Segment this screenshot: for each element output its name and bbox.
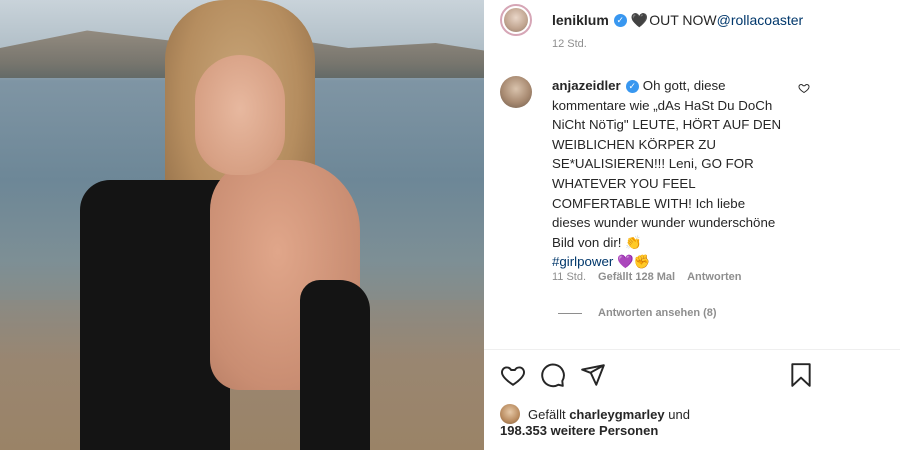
heart-outline-icon[interactable] (500, 362, 526, 388)
post-panel: leniklum ✓ 🖤 OUT NOW @rollacoaster 12 St… (484, 0, 900, 450)
likes-count[interactable]: 198.353 weitere Personen (500, 423, 658, 438)
commenter-username[interactable]: anjazeidler (552, 78, 621, 93)
photo-jacket-right (300, 280, 370, 450)
comment-text: Oh gott, diese kommentare wie „dAs HaSt … (552, 78, 782, 250)
replies-divider-line (558, 312, 582, 314)
post-timestamp[interactable]: 12 Std. (552, 38, 587, 50)
actions-divider (484, 349, 900, 350)
reply-button[interactable]: Antworten (687, 271, 741, 283)
comment-likes[interactable]: Gefällt 128 Mal (598, 271, 675, 283)
view-replies-label: Antworten ansehen (8) (598, 307, 717, 319)
likes-line: Gefällt charleygmarley und (500, 404, 690, 424)
caption-text: OUT NOW (649, 12, 717, 28)
comment-meta: 11 Std. Gefällt 128 Mal Antworten (552, 271, 741, 283)
comment-timestamp[interactable]: 11 Std. (552, 271, 586, 283)
action-bar (500, 362, 816, 390)
comment-body: anjazeidler ✓ Oh gott, diese kommentare wi… (552, 76, 782, 272)
author-username[interactable]: leniklum (552, 12, 609, 28)
post-header: leniklum ✓ 🖤 OUT NOW @rollacoaster (500, 4, 803, 36)
view-replies-button[interactable]: Antworten ansehen (8) (558, 307, 717, 319)
photo-face (195, 55, 285, 175)
caption: leniklum ✓ 🖤 OUT NOW @rollacoaster (552, 12, 803, 29)
post-photo[interactable] (0, 0, 484, 450)
verified-badge-icon: ✓ (613, 13, 627, 27)
comment-hashtag[interactable]: #girlpower (552, 254, 613, 269)
comment-emojis: 💜✊ (617, 254, 651, 270)
commenter-avatar[interactable] (500, 76, 532, 108)
caption-mention[interactable]: @rollacoaster (717, 12, 804, 28)
caption-heart-emoji: 🖤 (630, 11, 649, 28)
photo-jacket-left (80, 180, 230, 450)
liker-username[interactable]: charleygmarley (569, 407, 664, 422)
liker-avatar[interactable] (500, 404, 520, 424)
comment-icon[interactable] (540, 362, 566, 388)
heart-outline-icon[interactable] (798, 82, 810, 94)
share-icon[interactable] (580, 362, 606, 388)
verified-badge-icon: ✓ (625, 79, 639, 93)
likes-prefix: Gefällt (528, 406, 566, 422)
bookmark-icon[interactable] (788, 362, 814, 388)
likes-suffix: und (668, 406, 690, 422)
author-avatar[interactable] (500, 4, 532, 36)
